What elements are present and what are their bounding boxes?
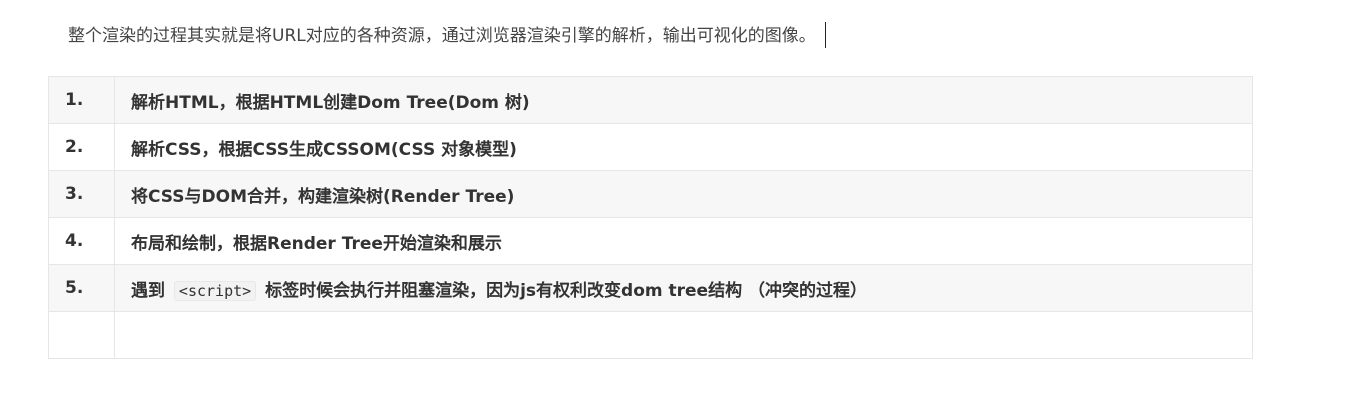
intro-text: 整个渲染的过程其实就是将URL对应的各种资源，通过浏览器渲染引擎的解析，输出可视…	[68, 26, 816, 46]
steps-table: 1. 解析HTML，根据HTML创建Dom Tree(Dom 树) 2. 解析C…	[48, 76, 1253, 359]
table-row	[48, 311, 1253, 359]
table-row: 4. 布局和绘制，根据Render Tree开始渲染和展示	[48, 217, 1253, 265]
step-text: 将CSS与DOM合并，构建渲染树(Render Tree)	[114, 170, 1253, 218]
step-text: 解析CSS，根据CSS生成CSSOM(CSS 对象模型)	[114, 123, 1253, 171]
table-row: 5. 遇到 <script> 标签时候会执行并阻塞渲染，因为js有权利改变dom…	[48, 264, 1253, 312]
step-number: 1.	[48, 76, 115, 124]
step-text: 遇到 <script> 标签时候会执行并阻塞渲染，因为js有权利改变dom tr…	[114, 264, 1253, 312]
table-row: 2. 解析CSS，根据CSS生成CSSOM(CSS 对象模型)	[48, 123, 1253, 171]
step-number	[48, 311, 115, 359]
text-cursor	[824, 21, 826, 48]
intro-paragraph: 整个渲染的过程其实就是将URL对应的各种资源，通过浏览器渲染引擎的解析，输出可视…	[68, 21, 826, 50]
step-number: 4.	[48, 217, 115, 265]
step-text	[114, 311, 1253, 359]
step-number: 5.	[48, 264, 115, 312]
step-number: 3.	[48, 170, 115, 218]
step-text: 布局和绘制，根据Render Tree开始渲染和展示	[114, 217, 1253, 265]
step-text-after: 标签时候会执行并阻塞渲染，因为js有权利改变dom tree结构 （冲突的过程）	[265, 280, 868, 301]
table-row: 3. 将CSS与DOM合并，构建渲染树(Render Tree)	[48, 170, 1253, 218]
step-text: 解析HTML，根据HTML创建Dom Tree(Dom 树)	[114, 76, 1253, 124]
table-row: 1. 解析HTML，根据HTML创建Dom Tree(Dom 树)	[48, 76, 1253, 124]
step-number: 2.	[48, 123, 115, 171]
step-text-before: 遇到	[131, 280, 165, 301]
inline-code: <script>	[173, 280, 257, 301]
